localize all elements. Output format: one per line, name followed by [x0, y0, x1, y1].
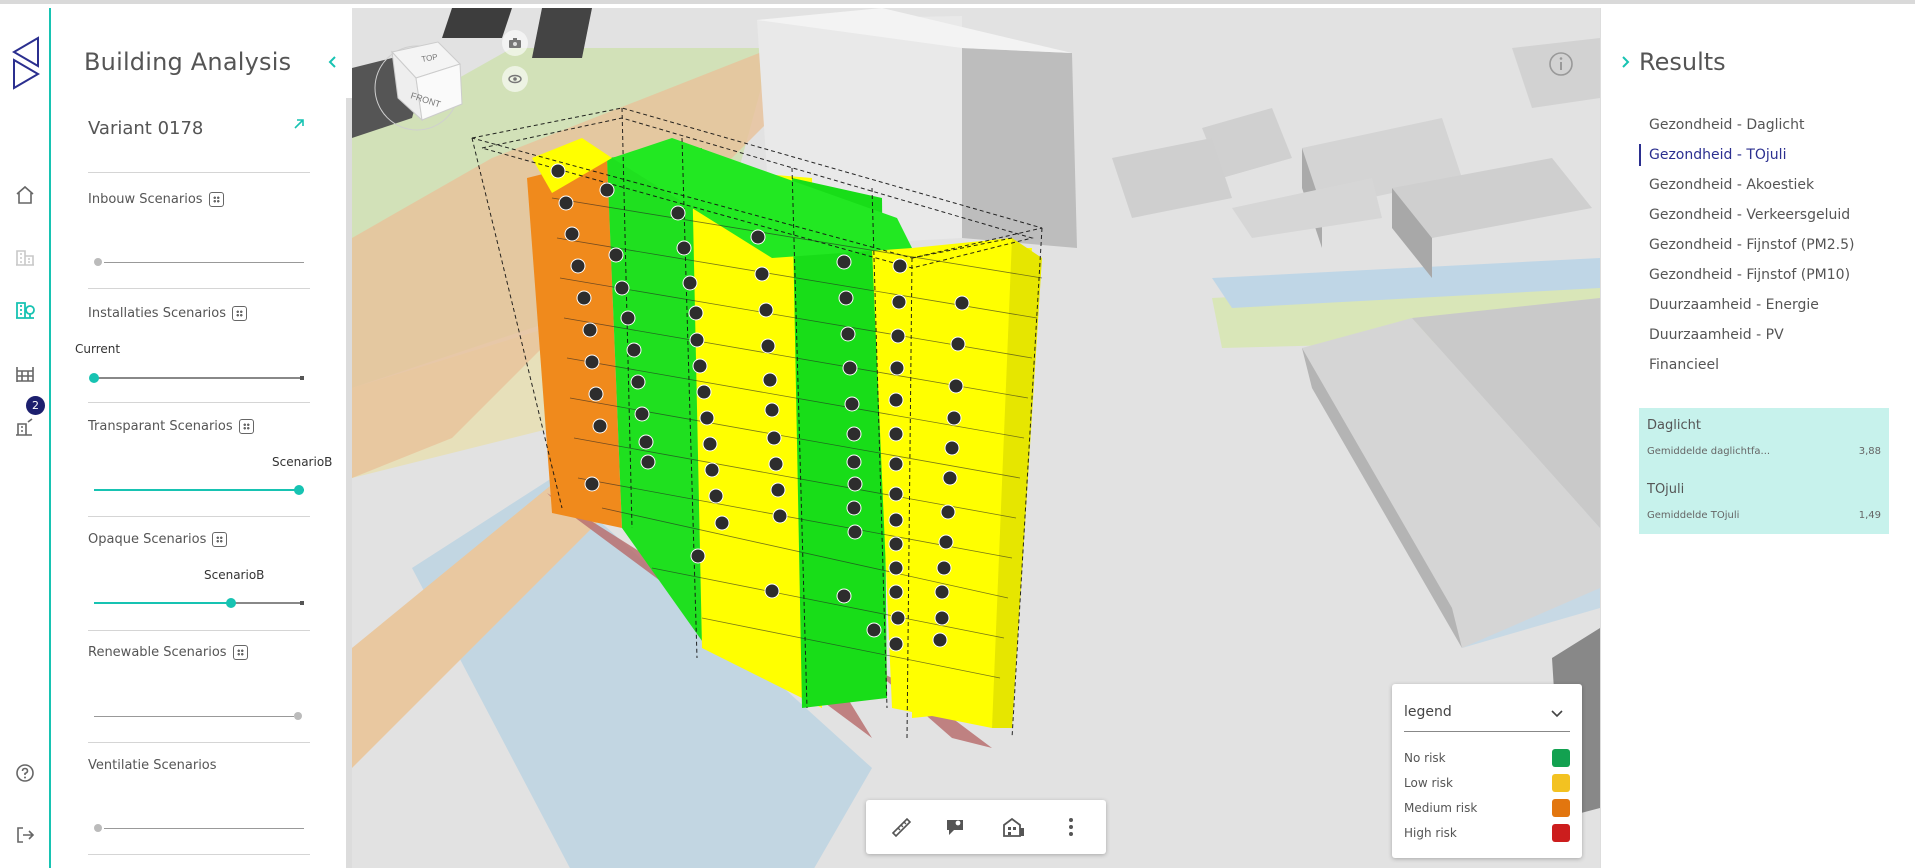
legend-swatch	[1552, 774, 1570, 792]
scenario-installaties-grid-icon[interactable]	[232, 306, 247, 321]
collapse-panel-icon[interactable]	[325, 54, 341, 70]
scenario-ventilatie-slider[interactable]	[94, 820, 304, 836]
facade-grid-icon[interactable]	[12, 361, 38, 387]
scenario-inbouw-title: Inbouw Scenarios	[88, 192, 203, 207]
scenario-opaque-value: ScenarioB	[204, 568, 265, 582]
summary-metric: Gemiddelde TOjuli	[1647, 510, 1740, 521]
legend-swatch	[1552, 799, 1570, 817]
bottom-toolbar	[866, 800, 1106, 854]
home-icon[interactable]	[12, 182, 38, 208]
divider	[88, 288, 310, 289]
legend-title: legend	[1404, 704, 1452, 720]
result-item-fijnstof-pm10[interactable]: Gezondheid - Fijnstof (PM10)	[1639, 260, 1854, 290]
result-item-verkeersgeluid[interactable]: Gezondheid - Verkeersgeluid	[1639, 200, 1854, 230]
results-list: Gezondheid - Daglicht Gezondheid - TOjul…	[1639, 110, 1854, 380]
divider	[88, 402, 310, 403]
panel-title: Building Analysis	[84, 48, 292, 76]
buildings-icon[interactable]	[12, 244, 38, 270]
scenario-ventilatie-title: Ventilatie Scenarios	[88, 758, 217, 773]
legend-panel: legend No risk Low risk Medium risk High…	[1392, 684, 1582, 858]
legend-item-label: Medium risk	[1404, 801, 1478, 815]
legend-item: Medium risk	[1404, 798, 1570, 818]
divider	[88, 630, 310, 631]
scenario-transparant-title: Transparant Scenarios	[88, 419, 233, 434]
result-item-tojuli[interactable]: Gezondheid - TOjuli	[1639, 140, 1854, 170]
scenario-transparant-value: ScenarioB	[272, 455, 333, 469]
legend-swatch	[1552, 824, 1570, 842]
app-logo-icon[interactable]	[10, 34, 42, 92]
result-item-pv[interactable]: Duurzaamheid - PV	[1639, 320, 1854, 350]
summary-heading: Daglicht	[1647, 418, 1701, 433]
building-icon[interactable]	[999, 812, 1029, 842]
scenario-transparant-slider[interactable]	[94, 482, 304, 498]
eye-icon[interactable]	[502, 66, 528, 92]
summary-value: 1,49	[1858, 510, 1881, 521]
scenario-transparant-label: Transparant Scenarios	[88, 419, 254, 434]
scenario-opaque-label: Opaque Scenarios	[88, 532, 228, 547]
scenario-installaties-label: Installaties Scenarios	[88, 306, 247, 321]
camera-icon[interactable]	[502, 30, 528, 56]
legend-item: High risk	[1404, 823, 1570, 843]
divider	[88, 854, 310, 855]
map-viewport[interactable]: TOP FRONT legend No risk Low risk Medium…	[352, 8, 1600, 868]
result-item-energie[interactable]: Duurzaamheid - Energie	[1639, 290, 1854, 320]
result-item-daglicht[interactable]: Gezondheid - Daglicht	[1639, 110, 1854, 140]
chevron-down-icon[interactable]	[1550, 706, 1564, 720]
scenario-inbouw-grid-icon[interactable]	[208, 192, 224, 207]
scenario-renewable-slider[interactable]	[94, 708, 304, 724]
scenario-renewable-title: Renewable Scenarios	[88, 645, 227, 660]
scenario-installaties-title: Installaties Scenarios	[88, 306, 226, 321]
divider	[88, 742, 310, 743]
scenario-renewable-grid-icon[interactable]	[232, 645, 248, 660]
measure-icon[interactable]	[886, 812, 916, 842]
building-analysis-icon[interactable]	[12, 297, 38, 323]
divider	[88, 172, 310, 173]
legend-header[interactable]: legend	[1404, 704, 1570, 732]
building-analysis-panel: Building Analysis Variant 0178 Inbouw Sc…	[53, 8, 352, 868]
open-variant-icon[interactable]	[291, 116, 307, 132]
more-options-icon[interactable]	[1056, 812, 1086, 842]
legend-item: Low risk	[1404, 773, 1570, 793]
scenario-installaties-value: Current	[75, 342, 121, 356]
scenario-opaque-title: Opaque Scenarios	[88, 532, 207, 547]
scenario-inbouw-label: Inbouw Scenarios	[88, 192, 224, 207]
results-title: Results	[1639, 48, 1726, 76]
scenario-opaque-grid-icon[interactable]	[212, 532, 228, 547]
scenario-renewable-label: Renewable Scenarios	[88, 645, 248, 660]
comment-location-icon[interactable]	[940, 812, 970, 842]
scenario-inbouw-slider[interactable]	[94, 254, 304, 270]
scenario-opaque-slider[interactable]	[94, 595, 304, 611]
logout-icon[interactable]	[12, 822, 38, 848]
summary-metric: Gemiddelde daglichtfa...	[1647, 446, 1771, 457]
results-panel: Results Gezondheid - Daglicht Gezondheid…	[1600, 8, 1915, 868]
app-window: 2 Building Analysis Variant 0178 Inbouw …	[0, 0, 1915, 868]
left-rail: 2	[0, 8, 51, 868]
summary-value: 3,88	[1858, 446, 1881, 457]
notification-badge: 2	[26, 396, 45, 415]
help-icon[interactable]	[12, 760, 38, 786]
divider	[88, 516, 310, 517]
info-icon[interactable]	[1547, 50, 1575, 78]
results-summary-card: Daglicht Gemiddelde daglichtfa... 3,88 T…	[1639, 408, 1889, 534]
summary-heading: TOjuli	[1647, 482, 1685, 497]
result-item-akoestiek[interactable]: Gezondheid - Akoestiek	[1639, 170, 1854, 200]
legend-item: No risk	[1404, 748, 1570, 768]
result-item-financieel[interactable]: Financieel	[1639, 350, 1854, 380]
legend-item-label: No risk	[1404, 751, 1446, 765]
scenarios-icon[interactable]	[12, 414, 38, 440]
scenario-installaties-slider[interactable]	[89, 370, 304, 386]
legend-swatch	[1552, 749, 1570, 767]
legend-item-label: High risk	[1404, 826, 1457, 840]
scenario-ventilatie-label: Ventilatie Scenarios	[88, 758, 217, 773]
variant-name: Variant 0178	[88, 118, 204, 139]
collapse-results-icon[interactable]	[1617, 54, 1633, 70]
scenario-transparant-grid-icon[interactable]	[238, 419, 254, 434]
result-item-fijnstof-pm25[interactable]: Gezondheid - Fijnstof (PM2.5)	[1639, 230, 1854, 260]
legend-item-label: Low risk	[1404, 776, 1453, 790]
